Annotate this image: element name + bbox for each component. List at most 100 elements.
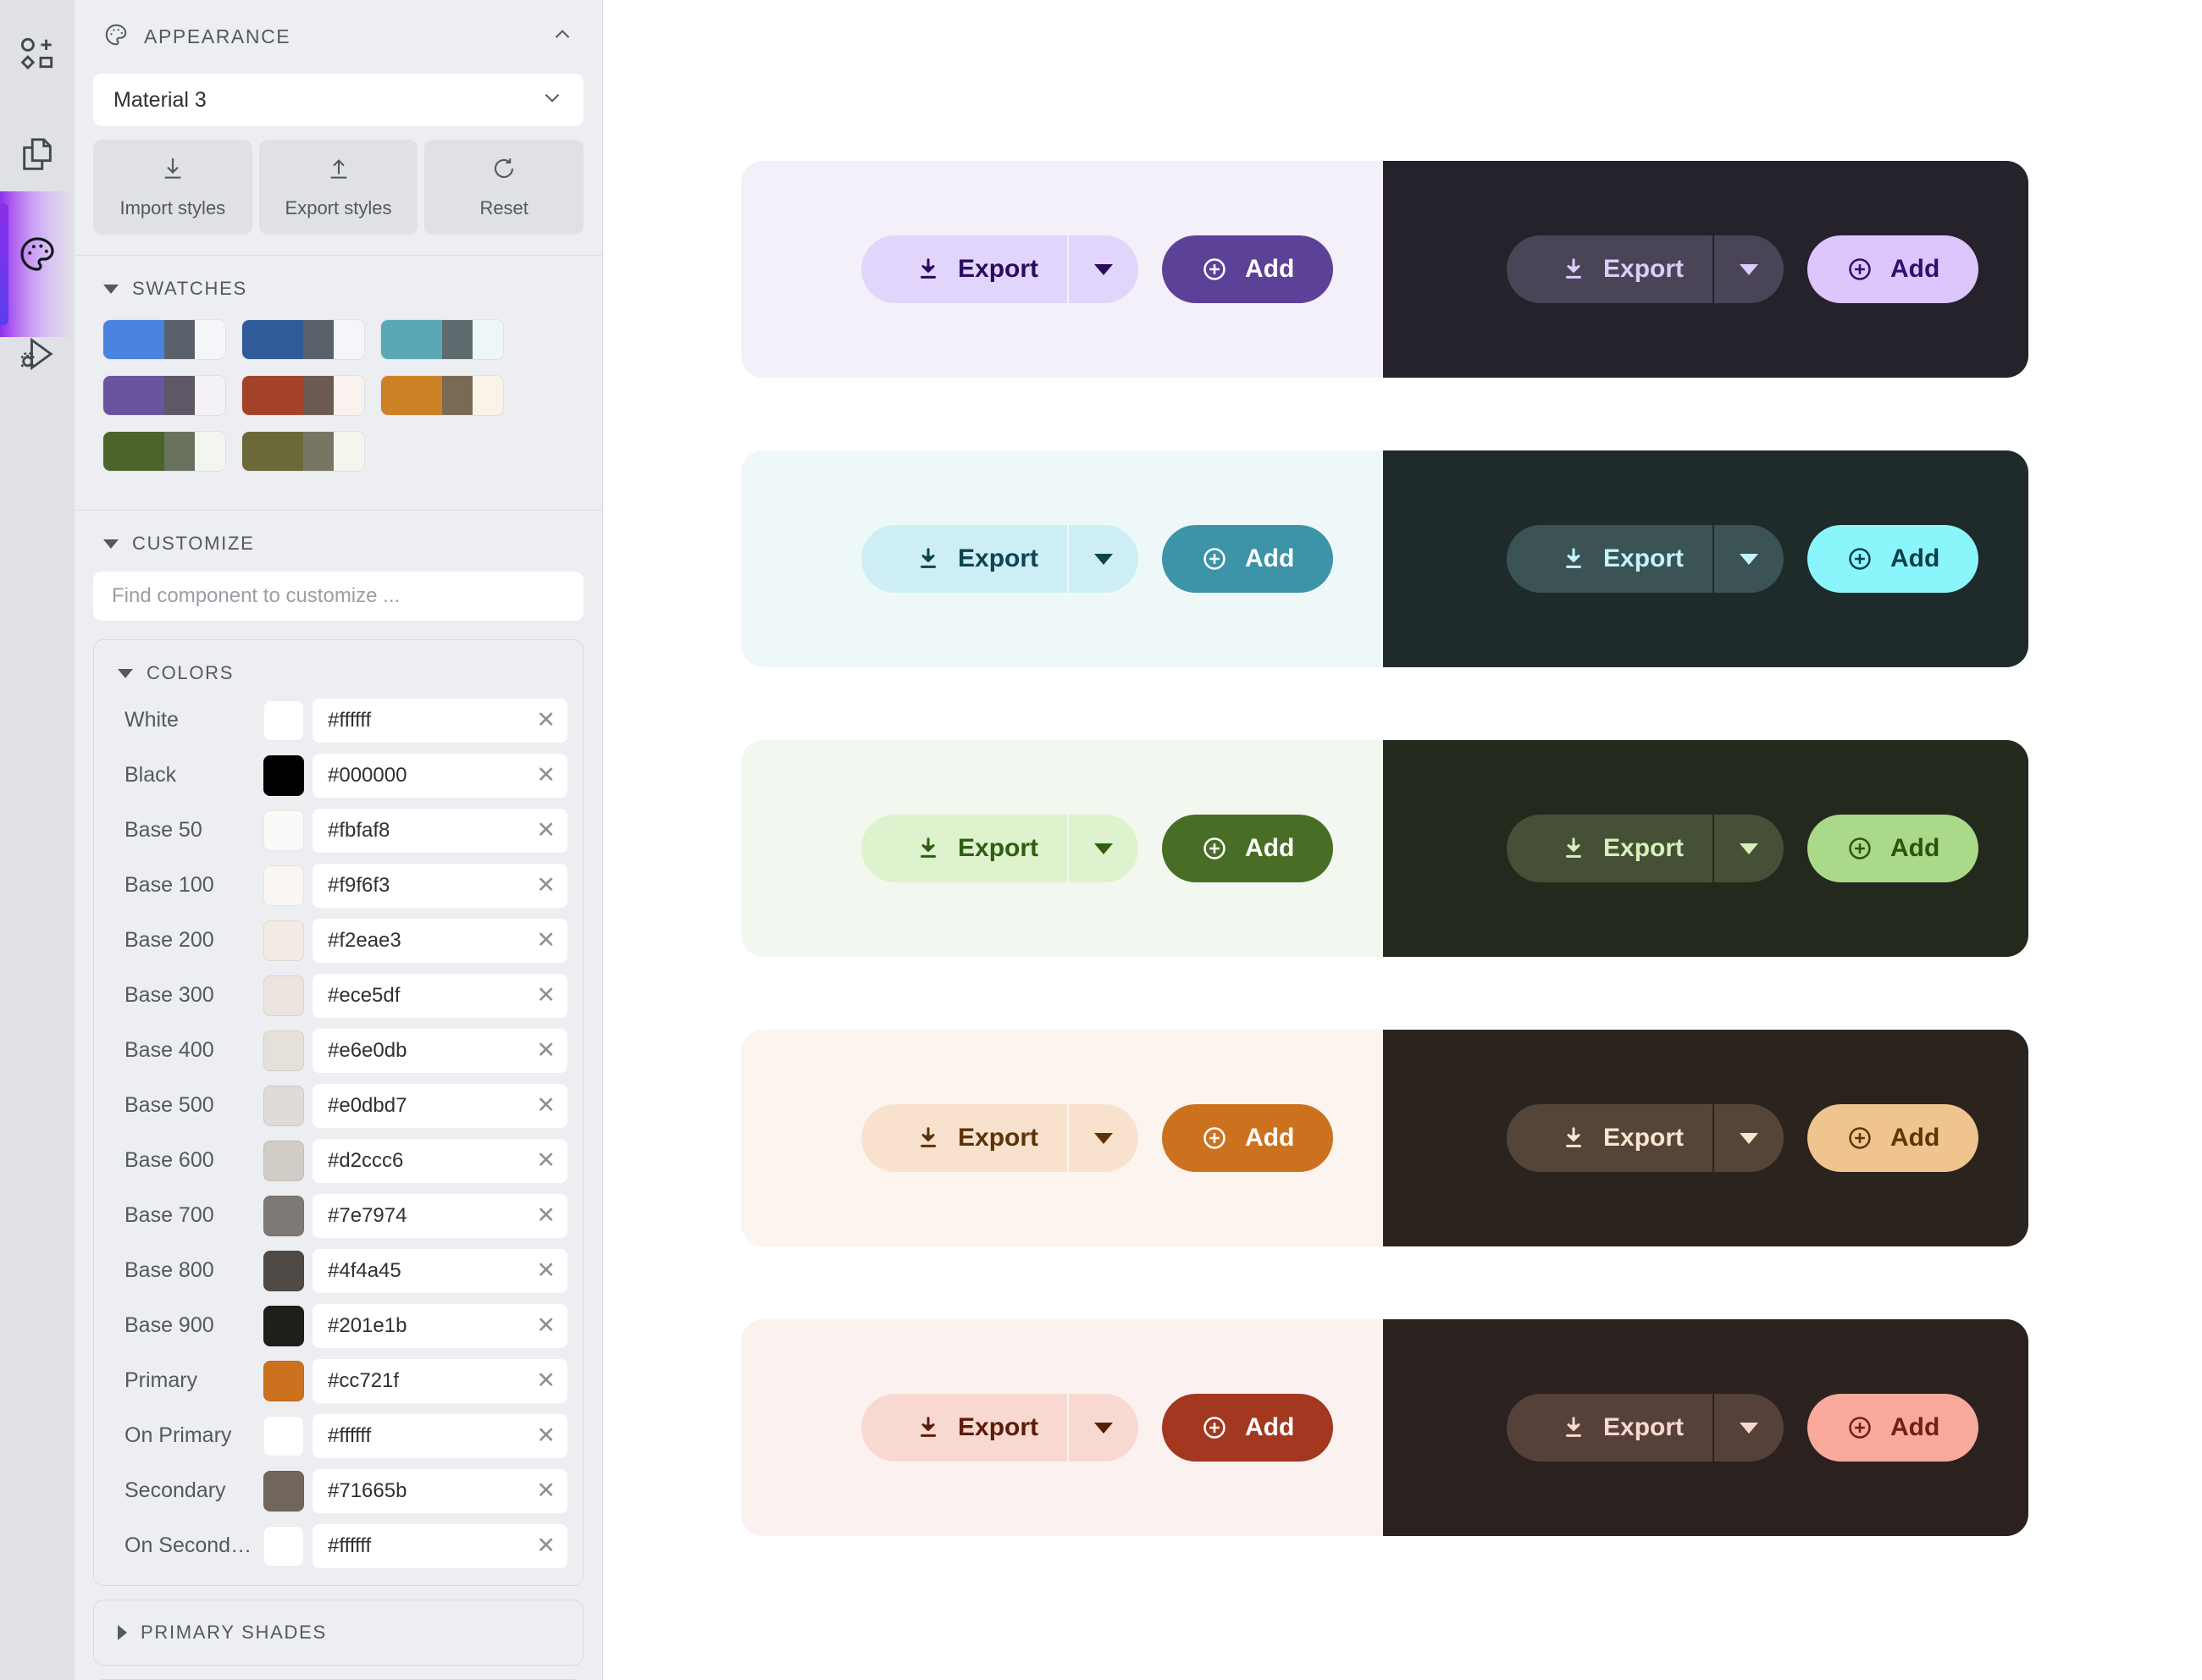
appearance-header[interactable]: APPEARANCE: [75, 0, 602, 70]
color-swatch-chip[interactable]: [263, 1085, 304, 1126]
colors-header[interactable]: COLORS: [94, 649, 583, 693]
swatch-item[interactable]: [103, 320, 225, 359]
color-hex-input[interactable]: #f2eae3 ✕: [313, 918, 567, 963]
export-dropdown-toggle[interactable]: [1714, 235, 1784, 303]
close-icon[interactable]: ✕: [536, 764, 556, 787]
close-icon[interactable]: ✕: [536, 1424, 556, 1447]
swatch-item[interactable]: [103, 376, 225, 415]
close-icon[interactable]: ✕: [536, 709, 556, 732]
export-dropdown-toggle[interactable]: [1714, 815, 1784, 882]
find-component-input[interactable]: Find component to customize ...: [93, 572, 584, 621]
export-dropdown-toggle[interactable]: [1714, 1394, 1784, 1462]
close-icon[interactable]: ✕: [536, 1314, 556, 1337]
color-hex-input[interactable]: #ffffff ✕: [313, 698, 567, 743]
theme-select[interactable]: Material 3: [93, 74, 584, 126]
color-hex-input[interactable]: #cc721f ✕: [313, 1358, 567, 1403]
export-button[interactable]: Export: [861, 1394, 1068, 1462]
add-button[interactable]: Add: [1807, 1104, 1979, 1172]
add-button[interactable]: Add: [1807, 235, 1979, 303]
add-button[interactable]: Add: [1162, 525, 1334, 593]
color-hex-input[interactable]: #7e7974 ✕: [313, 1193, 567, 1238]
color-swatch-chip[interactable]: [263, 699, 304, 741]
color-swatch-chip[interactable]: [263, 1415, 304, 1456]
export-button[interactable]: Export: [861, 1104, 1068, 1172]
swatch-item[interactable]: [103, 432, 225, 471]
close-icon[interactable]: ✕: [536, 874, 556, 897]
color-hex-input[interactable]: #ffffff ✕: [313, 1523, 567, 1568]
color-swatch-chip[interactable]: [263, 1030, 304, 1071]
close-icon[interactable]: ✕: [536, 819, 556, 842]
color-hex-input[interactable]: #201e1b ✕: [313, 1303, 567, 1348]
color-swatch-chip[interactable]: [263, 1360, 304, 1401]
close-icon[interactable]: ✕: [536, 1204, 556, 1227]
color-hex-input[interactable]: #71665b ✕: [313, 1468, 567, 1513]
color-swatch-chip[interactable]: [263, 754, 304, 796]
swatches-header[interactable]: SWATCHES: [75, 256, 602, 307]
add-button[interactable]: Add: [1162, 1104, 1334, 1172]
close-icon[interactable]: ✕: [536, 1479, 556, 1502]
swatch-item[interactable]: [381, 376, 503, 415]
color-hex-input[interactable]: #000000 ✕: [313, 753, 567, 798]
reset-button[interactable]: Reset: [424, 140, 584, 235]
color-swatch-chip[interactable]: [263, 1525, 304, 1567]
color-swatch-chip[interactable]: [263, 865, 304, 906]
color-hex-input[interactable]: #ece5df ✕: [313, 973, 567, 1018]
color-swatch-chip[interactable]: [263, 1195, 304, 1236]
swatch-item[interactable]: [242, 376, 364, 415]
rail-item-components[interactable]: [7, 24, 68, 85]
close-icon[interactable]: ✕: [536, 1369, 556, 1392]
swatch-item[interactable]: [381, 320, 503, 359]
close-icon[interactable]: ✕: [536, 1259, 556, 1282]
rail-item-preview[interactable]: [7, 323, 68, 384]
export-button[interactable]: Export: [1507, 1104, 1713, 1172]
swatch-item[interactable]: [242, 320, 364, 359]
close-icon[interactable]: ✕: [536, 1039, 556, 1062]
import-styles-button[interactable]: Import styles: [93, 140, 252, 235]
rail-item-appearance[interactable]: [7, 224, 68, 285]
color-swatch-chip[interactable]: [263, 810, 304, 851]
add-button[interactable]: Add: [1807, 525, 1979, 593]
color-hex-input[interactable]: #fbfaf8 ✕: [313, 808, 567, 853]
color-hex-input[interactable]: #d2ccc6 ✕: [313, 1138, 567, 1183]
add-button[interactable]: Add: [1807, 815, 1979, 882]
color-swatch-chip[interactable]: [263, 975, 304, 1016]
close-icon[interactable]: ✕: [536, 1094, 556, 1117]
color-swatch-chip[interactable]: [263, 1140, 304, 1181]
primary-shades-section[interactable]: PRIMARY SHADES: [93, 1600, 584, 1666]
add-button[interactable]: Add: [1162, 235, 1334, 303]
add-button[interactable]: Add: [1807, 1394, 1979, 1462]
customize-header[interactable]: CUSTOMIZE: [75, 511, 602, 561]
export-button[interactable]: Export: [1507, 235, 1713, 303]
export-dropdown-toggle[interactable]: [1069, 1104, 1139, 1172]
add-button[interactable]: Add: [1162, 815, 1334, 882]
close-icon[interactable]: ✕: [536, 929, 556, 952]
export-button[interactable]: Export: [861, 815, 1068, 882]
color-hex-input[interactable]: #e0dbd7 ✕: [313, 1083, 567, 1128]
color-swatch-chip[interactable]: [263, 1470, 304, 1511]
rail-item-pages[interactable]: [7, 124, 68, 185]
export-button[interactable]: Export: [861, 525, 1068, 593]
export-dropdown-toggle[interactable]: [1714, 1104, 1784, 1172]
close-icon[interactable]: ✕: [536, 1149, 556, 1172]
add-button[interactable]: Add: [1162, 1394, 1334, 1462]
export-styles-button[interactable]: Export styles: [258, 140, 418, 235]
color-hex-input[interactable]: #f9f6f3 ✕: [313, 863, 567, 908]
color-swatch-chip[interactable]: [263, 920, 304, 961]
export-dropdown-toggle[interactable]: [1069, 235, 1139, 303]
color-swatch-chip[interactable]: [263, 1250, 304, 1291]
color-swatch-chip[interactable]: [263, 1305, 304, 1346]
color-hex-input[interactable]: #e6e0db ✕: [313, 1028, 567, 1073]
export-dropdown-toggle[interactable]: [1069, 815, 1139, 882]
close-icon[interactable]: ✕: [536, 1534, 556, 1557]
export-dropdown-toggle[interactable]: [1714, 525, 1784, 593]
export-button[interactable]: Export: [1507, 525, 1713, 593]
export-dropdown-toggle[interactable]: [1069, 1394, 1139, 1462]
chevron-up-icon[interactable]: [551, 24, 573, 50]
export-dropdown-toggle[interactable]: [1069, 525, 1139, 593]
color-hex-input[interactable]: #4f4a45 ✕: [313, 1248, 567, 1293]
export-button[interactable]: Export: [861, 235, 1068, 303]
close-icon[interactable]: ✕: [536, 984, 556, 1007]
color-hex-input[interactable]: #ffffff ✕: [313, 1413, 567, 1458]
export-button[interactable]: Export: [1507, 1394, 1713, 1462]
export-button[interactable]: Export: [1507, 815, 1713, 882]
